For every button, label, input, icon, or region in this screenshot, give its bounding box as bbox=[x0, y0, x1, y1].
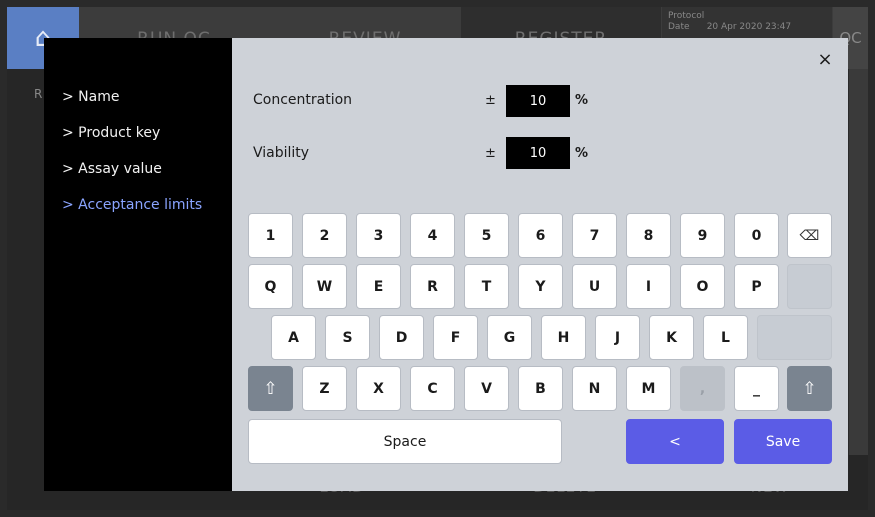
key-8[interactable]: 8 bbox=[626, 213, 671, 258]
key-4[interactable]: 4 bbox=[410, 213, 455, 258]
save-button[interactable]: Save bbox=[734, 419, 832, 464]
key-x[interactable]: X bbox=[356, 366, 401, 411]
key-5[interactable]: 5 bbox=[464, 213, 509, 258]
key-0[interactable]: 0 bbox=[734, 213, 779, 258]
key-u[interactable]: U bbox=[572, 264, 617, 309]
blank-key bbox=[787, 264, 832, 309]
nav-item-product-key[interactable]: > Product key bbox=[62, 125, 160, 141]
key-w[interactable]: W bbox=[302, 264, 347, 309]
key-v[interactable]: V bbox=[464, 366, 509, 411]
protocol-label: Protocol bbox=[668, 11, 705, 21]
key-s[interactable]: S bbox=[325, 315, 370, 360]
concentration-input[interactable]: 10 bbox=[506, 85, 570, 117]
viability-input[interactable]: 10 bbox=[506, 137, 570, 169]
key-b[interactable]: B bbox=[518, 366, 563, 411]
key-6[interactable]: 6 bbox=[518, 213, 563, 258]
key-z[interactable]: Z bbox=[302, 366, 347, 411]
key-1[interactable]: 1 bbox=[248, 213, 293, 258]
concentration-label: Concentration bbox=[253, 92, 353, 108]
key-r[interactable]: R bbox=[410, 264, 455, 309]
shift-key-right[interactable]: ⇧ bbox=[787, 366, 832, 411]
nav-item-name[interactable]: > Name bbox=[62, 89, 119, 105]
blank-wide-key bbox=[757, 315, 832, 360]
viability-plus-minus: ± bbox=[485, 146, 496, 161]
key-o[interactable]: O bbox=[680, 264, 725, 309]
backspace-key[interactable]: ⌫ bbox=[787, 213, 832, 258]
key-a[interactable]: A bbox=[271, 315, 316, 360]
key-k[interactable]: K bbox=[649, 315, 694, 360]
shift-icon: ⇧ bbox=[802, 378, 817, 399]
key-7[interactable]: 7 bbox=[572, 213, 617, 258]
modal-nav-panel bbox=[44, 38, 232, 491]
key-underscore[interactable]: _ bbox=[734, 366, 779, 411]
viability-unit: % bbox=[575, 146, 589, 161]
date-value: 20 Apr 2020 23:47 bbox=[706, 21, 792, 32]
key-9[interactable]: 9 bbox=[680, 213, 725, 258]
key-h[interactable]: H bbox=[541, 315, 586, 360]
key-f[interactable]: F bbox=[433, 315, 478, 360]
key-t[interactable]: T bbox=[464, 264, 509, 309]
background-left-panel: R bbox=[7, 69, 44, 489]
nav-item-acceptance-limits[interactable]: > Acceptance limits bbox=[62, 197, 202, 213]
key-j[interactable]: J bbox=[595, 315, 640, 360]
close-button[interactable]: × bbox=[812, 46, 838, 72]
back-button[interactable]: < bbox=[626, 419, 724, 464]
key-p[interactable]: P bbox=[734, 264, 779, 309]
shift-key-left[interactable]: ⇧ bbox=[248, 366, 293, 411]
key-c[interactable]: C bbox=[410, 366, 455, 411]
space-key[interactable]: Space bbox=[248, 419, 562, 464]
nav-item-assay-value[interactable]: > Assay value bbox=[62, 161, 162, 177]
key-y[interactable]: Y bbox=[518, 264, 563, 309]
concentration-unit: % bbox=[575, 93, 589, 108]
shift-icon: ⇧ bbox=[263, 378, 278, 399]
key-comma: , bbox=[680, 366, 725, 411]
key-l[interactable]: L bbox=[703, 315, 748, 360]
key-g[interactable]: G bbox=[487, 315, 532, 360]
backspace-icon: ⌫ bbox=[799, 227, 820, 244]
key-e[interactable]: E bbox=[356, 264, 401, 309]
key-n[interactable]: N bbox=[572, 366, 617, 411]
key-2[interactable]: 2 bbox=[302, 213, 347, 258]
key-d[interactable]: D bbox=[379, 315, 424, 360]
background-left-letter: R bbox=[34, 87, 43, 101]
viability-label: Viability bbox=[253, 145, 310, 161]
concentration-plus-minus: ± bbox=[485, 93, 496, 108]
key-3[interactable]: 3 bbox=[356, 213, 401, 258]
key-i[interactable]: I bbox=[626, 264, 671, 309]
date-label: Date bbox=[668, 21, 690, 32]
key-m[interactable]: M bbox=[626, 366, 671, 411]
background-right-panel bbox=[849, 69, 868, 489]
key-q[interactable]: Q bbox=[248, 264, 293, 309]
close-icon: × bbox=[817, 48, 833, 70]
